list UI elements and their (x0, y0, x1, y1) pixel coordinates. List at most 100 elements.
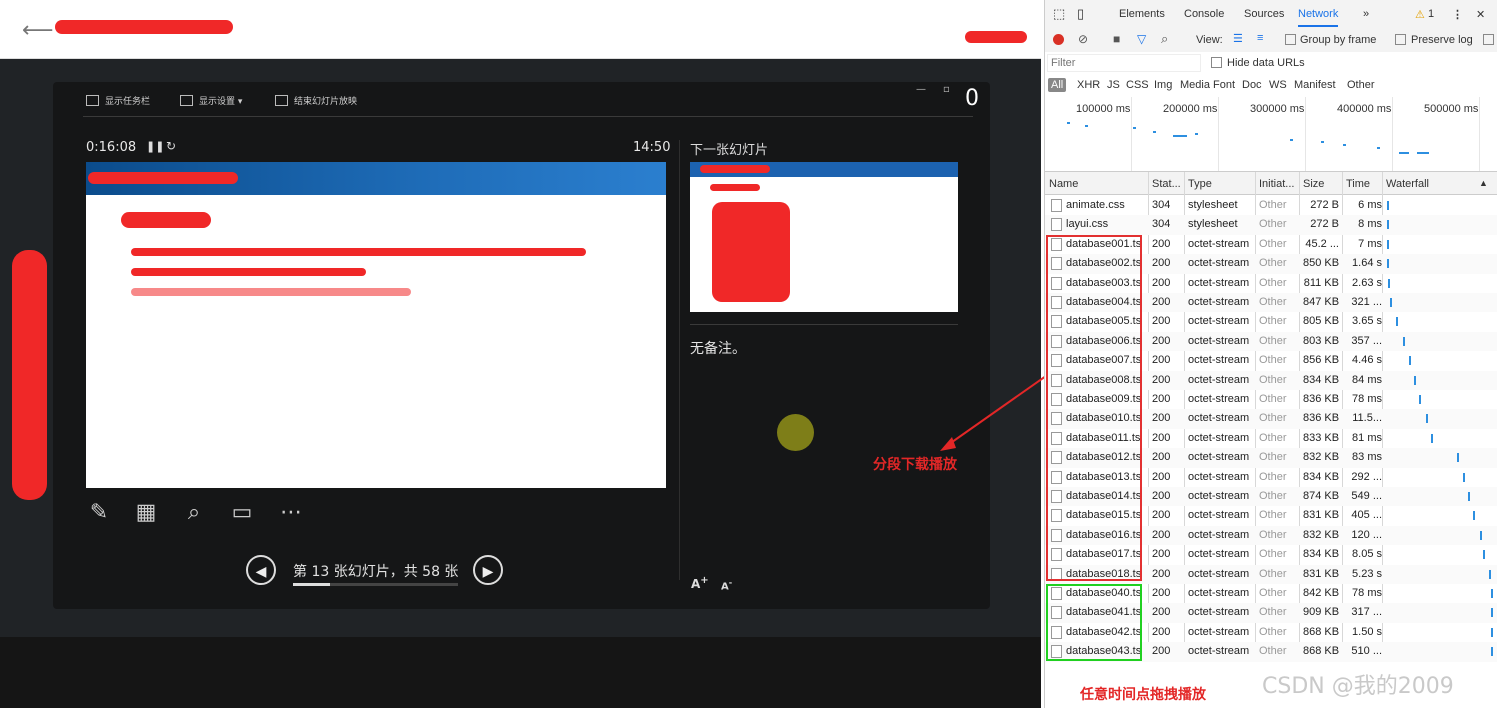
timeline-bar (1321, 141, 1324, 143)
request-time: 1.50 s (1352, 625, 1382, 638)
request-status: 200 (1152, 315, 1171, 328)
request-status: 200 (1152, 373, 1171, 386)
request-initiator: Other (1259, 257, 1287, 270)
request-status: 200 (1152, 237, 1171, 250)
filter-bar: Hide data URLs (1045, 52, 1497, 76)
clear-icon[interactable]: ⊘ (1078, 32, 1088, 46)
request-initiator: Other (1259, 528, 1287, 541)
sort-ascending-icon[interactable]: ▲ (1479, 178, 1488, 188)
request-time: 510 ... (1351, 645, 1382, 658)
request-initiator: Other (1259, 199, 1287, 211)
request-initiator: Other (1259, 218, 1287, 231)
request-type: octet-stream (1188, 490, 1250, 502)
column-waterfall[interactable]: Waterfall (1386, 178, 1429, 190)
timeline-bar (1153, 131, 1156, 133)
request-status: 200 (1152, 470, 1171, 483)
waterfall-bar (1387, 239, 1390, 249)
segment-highlight-red (1046, 235, 1142, 581)
tab-elements[interactable]: Elements (1119, 8, 1165, 20)
device-toolbar-icon[interactable]: ▯ (1077, 6, 1084, 22)
request-row[interactable]: animate.css 304 stylesheet Other 272 B 6 ms (1045, 196, 1497, 215)
type-filter-ws[interactable]: WS (1269, 79, 1287, 91)
large-rows-icon[interactable]: ☰ (1233, 32, 1243, 45)
type-filter-js[interactable]: JS (1107, 79, 1120, 91)
request-size: 834 KB (1303, 548, 1339, 561)
timeline-bar (1133, 127, 1136, 129)
group-by-frame-checkbox[interactable] (1285, 34, 1296, 45)
request-time: 317 ... (1351, 606, 1382, 619)
camera-icon[interactable]: ■ (1113, 32, 1120, 46)
overview-icon[interactable]: ≡ (1257, 32, 1263, 44)
preserve-log-checkbox[interactable] (1395, 34, 1406, 45)
column-initiator[interactable]: Initiat... (1259, 178, 1294, 190)
request-status: 200 (1152, 587, 1171, 599)
devtools-tabbar: ⬚ ▯ Elements Console Sources Network » ⚠… (1045, 0, 1497, 30)
file-icon (1051, 218, 1062, 232)
filter-input[interactable] (1047, 54, 1201, 72)
request-type: octet-stream (1188, 334, 1250, 347)
request-time: 6 ms (1358, 199, 1382, 211)
warning-icon[interactable]: ⚠ (1415, 8, 1425, 21)
network-overview-timeline[interactable]: 100000 ms 200000 ms 300000 ms 400000 ms … (1045, 97, 1497, 172)
type-filter-other[interactable]: Other (1347, 79, 1375, 91)
annotation-seek: 任意时间点拖拽播放 (1080, 687, 1206, 703)
type-filter-manifest[interactable]: Manifest (1294, 79, 1336, 91)
close-devtools-icon[interactable]: ✕ (1476, 8, 1485, 21)
waterfall-bar (1403, 336, 1406, 346)
request-initiator: Other (1259, 334, 1287, 347)
type-filter-doc[interactable]: Doc (1242, 79, 1262, 91)
tab-more[interactable]: » (1363, 8, 1369, 20)
type-filter-xhr[interactable]: XHR (1077, 79, 1100, 91)
warning-count: 1 (1428, 8, 1435, 20)
timeline-label: 200000 ms (1163, 103, 1218, 115)
request-status: 200 (1152, 431, 1171, 444)
request-size: 834 KB (1303, 470, 1339, 483)
type-filter-font[interactable]: Font (1213, 79, 1235, 91)
request-time: 321 ... (1351, 296, 1382, 308)
column-time[interactable]: Time (1346, 178, 1370, 190)
request-time: 11.5... (1352, 412, 1382, 425)
waterfall-bar (1388, 278, 1391, 288)
request-time: 78 ms (1352, 587, 1382, 599)
column-status[interactable]: Stat... (1152, 178, 1181, 190)
request-initiator: Other (1259, 354, 1287, 367)
request-size: 811 KB (1303, 276, 1339, 289)
request-size: 856 KB (1303, 354, 1339, 367)
column-size[interactable]: Size (1303, 178, 1324, 190)
search-icon[interactable]: ⌕ (1161, 31, 1168, 47)
column-type[interactable]: Type (1188, 178, 1212, 190)
filter-icon[interactable]: ▽ (1137, 32, 1146, 46)
request-initiator: Other (1259, 625, 1287, 638)
segment-highlight-green (1046, 584, 1142, 661)
request-size: 868 KB (1303, 645, 1339, 658)
tab-console[interactable]: Console (1184, 8, 1224, 20)
request-time: 292 ... (1351, 470, 1382, 483)
inspect-icon[interactable]: ⬚ (1053, 6, 1065, 22)
waterfall-bar (1483, 550, 1486, 560)
request-size: 850 KB (1303, 257, 1339, 270)
request-time: 4.46 s (1352, 354, 1382, 367)
request-status: 200 (1152, 354, 1171, 367)
type-filter-img[interactable]: Img (1154, 79, 1172, 91)
request-type: octet-stream (1188, 315, 1250, 328)
request-type: octet-stream (1188, 528, 1250, 541)
request-type: octet-stream (1188, 237, 1250, 250)
record-icon[interactable] (1053, 34, 1064, 45)
request-status: 200 (1152, 296, 1171, 308)
disable-cache-checkbox[interactable] (1483, 34, 1494, 45)
request-time: 1.64 s (1352, 257, 1382, 270)
type-filter-all[interactable]: All (1048, 78, 1067, 92)
column-name[interactable]: Name (1049, 178, 1078, 190)
waterfall-bar (1490, 647, 1493, 657)
type-filter-css[interactable]: CSS (1126, 79, 1149, 91)
menu-icon[interactable]: ⋮ (1452, 8, 1463, 21)
request-type: octet-stream (1188, 625, 1250, 638)
tab-sources[interactable]: Sources (1244, 8, 1284, 20)
request-size: 272 B (1310, 199, 1339, 211)
tab-network[interactable]: Network (1298, 8, 1339, 27)
request-time: 549 ... (1351, 490, 1382, 502)
hide-data-urls-checkbox[interactable] (1211, 57, 1222, 68)
type-filter-media[interactable]: Media (1180, 79, 1210, 91)
request-initiator: Other (1259, 509, 1287, 522)
request-row[interactable]: layui.css 304 stylesheet Other 272 B 8 ms (1045, 215, 1497, 235)
